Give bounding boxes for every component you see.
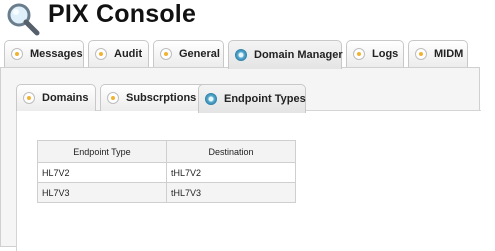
subtab-label: Domains (42, 92, 89, 104)
cell-endpoint-type: HL7V2 (37, 162, 167, 183)
plus-circle-icon (23, 92, 35, 104)
tab-label: Logs (372, 48, 399, 60)
plus-circle-icon (107, 92, 119, 104)
blue-circle-icon (235, 49, 247, 61)
tab-label: Audit (114, 48, 143, 60)
plus-circle-icon (11, 48, 23, 60)
plus-circle-icon (415, 48, 427, 60)
subtab-endpoint-types[interactable]: Endpoint Types (198, 84, 306, 113)
cell-destination: tHL7V3 (166, 182, 296, 203)
tab-label: General (179, 48, 220, 60)
tab-label: Domain Manager (254, 49, 343, 61)
blue-circle-icon (205, 93, 217, 105)
main-tabs: Messages Audit General Domain Manager Lo… (0, 40, 495, 69)
tab-label: Messages (30, 48, 83, 60)
tab-midm[interactable]: MIDM (408, 40, 468, 67)
subtab-subscriptions[interactable]: Subscrptions (100, 84, 210, 111)
tab-domain-manager[interactable]: Domain Manager (228, 40, 343, 69)
plus-circle-icon (160, 48, 172, 60)
endpoint-types-table: Endpoint Type Destination HL7V2 tHL7V2 H… (37, 140, 296, 203)
table-row[interactable]: HL7V2 tHL7V2 (37, 162, 296, 183)
table-header-row: Endpoint Type Destination (37, 140, 296, 163)
tab-logs[interactable]: Logs (346, 40, 404, 67)
plus-circle-icon (353, 48, 365, 60)
column-header-endpoint-type[interactable]: Endpoint Type (37, 140, 167, 163)
magnifier-logo-icon (7, 3, 40, 36)
cell-endpoint-type: HL7V3 (37, 182, 167, 203)
tab-audit[interactable]: Audit (88, 40, 149, 67)
column-header-destination[interactable]: Destination (166, 140, 296, 163)
subtab-label: Endpoint Types (224, 93, 306, 105)
tab-general[interactable]: General (153, 40, 224, 67)
tab-label: MIDM (434, 48, 464, 60)
subtab-label: Subscrptions (126, 92, 197, 104)
plus-circle-icon (95, 48, 107, 60)
table-row[interactable]: HL7V3 tHL7V3 (37, 182, 296, 203)
header: PIX Console (0, 0, 495, 36)
cell-destination: tHL7V2 (166, 162, 296, 183)
tab-messages[interactable]: Messages (4, 40, 84, 67)
subtab-domains[interactable]: Domains (16, 84, 96, 111)
page-title: PIX Console (48, 0, 197, 28)
